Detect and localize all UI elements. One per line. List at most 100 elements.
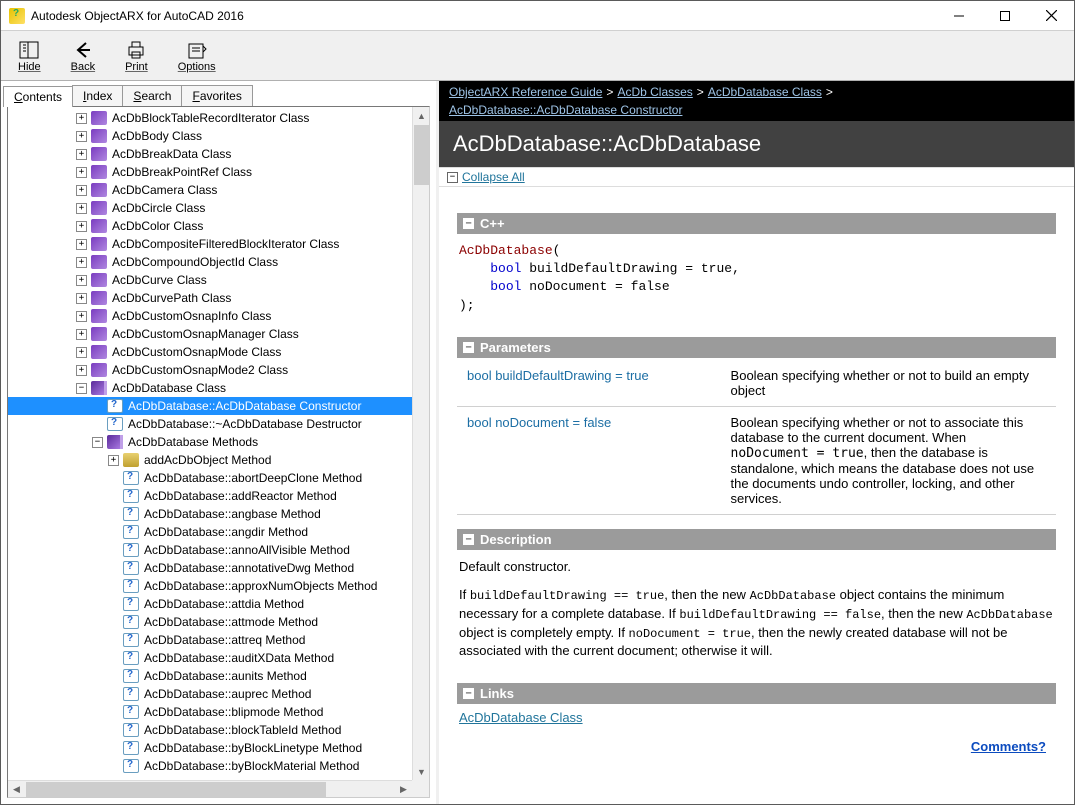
tree-item[interactable]: +AcDbCustomOsnapInfo Class bbox=[8, 307, 412, 325]
content-scroll[interactable]: − C++ AcDbDatabase( bool buildDefaultDra… bbox=[439, 187, 1074, 804]
tree-item[interactable]: AcDbDatabase::byBlockMaterial Method bbox=[8, 757, 412, 775]
expand-icon[interactable]: + bbox=[76, 185, 87, 196]
hide-button[interactable]: Hide bbox=[5, 36, 54, 76]
options-icon bbox=[186, 39, 208, 61]
scroll-left-icon[interactable]: ◀ bbox=[8, 781, 25, 798]
section-toggle-icon[interactable]: − bbox=[463, 218, 474, 229]
print-button[interactable]: Print bbox=[112, 36, 161, 76]
comments-link[interactable]: Comments? bbox=[971, 739, 1046, 754]
expand-icon[interactable]: + bbox=[76, 221, 87, 232]
tree-item[interactable]: AcDbDatabase::auditXData Method bbox=[8, 649, 412, 667]
back-button[interactable]: Back bbox=[58, 36, 108, 76]
tab-favorites[interactable]: Favorites bbox=[181, 85, 252, 106]
collapse-icon[interactable]: − bbox=[92, 437, 103, 448]
breadcrumb-link[interactable]: AcDbDatabase Class bbox=[708, 85, 822, 99]
tree-item[interactable]: AcDbDatabase::byBlockLinetype Method bbox=[8, 739, 412, 757]
expand-icon[interactable]: + bbox=[76, 203, 87, 214]
expand-icon[interactable]: + bbox=[76, 293, 87, 304]
tree-item[interactable]: +AcDbCurve Class bbox=[8, 271, 412, 289]
tree-item[interactable]: +AcDbCompositeFilteredBlockIterator Clas… bbox=[8, 235, 412, 253]
tree-item[interactable]: AcDbDatabase::attdia Method bbox=[8, 595, 412, 613]
tree-item[interactable]: AcDbDatabase::blipmode Method bbox=[8, 703, 412, 721]
collapse-icon[interactable]: − bbox=[76, 383, 87, 394]
expand-icon[interactable]: + bbox=[108, 455, 119, 466]
class-icon bbox=[91, 309, 107, 323]
question-icon bbox=[123, 471, 139, 485]
tree-label: addAcDbObject Method bbox=[142, 453, 273, 467]
app-icon bbox=[9, 8, 25, 24]
tree-item[interactable]: AcDbDatabase::approxNumObjects Method bbox=[8, 577, 412, 595]
expand-icon[interactable]: + bbox=[76, 311, 87, 322]
scroll-right-icon[interactable]: ▶ bbox=[395, 781, 412, 798]
expand-icon[interactable]: + bbox=[76, 167, 87, 178]
scroll-thumb[interactable] bbox=[414, 125, 429, 185]
tree-item[interactable]: +AcDbCustomOsnapMode2 Class bbox=[8, 361, 412, 379]
expand-icon[interactable]: + bbox=[76, 113, 87, 124]
link-item[interactable]: AcDbDatabase Class bbox=[459, 710, 583, 725]
horizontal-scrollbar[interactable]: ◀ ▶ bbox=[8, 780, 412, 797]
tab-contents[interactable]: Contents bbox=[3, 86, 73, 107]
tree-scroll[interactable]: +AcDbBlockTableRecordIterator Class+AcDb… bbox=[8, 107, 412, 780]
tree-item[interactable]: AcDbDatabase::attmode Method bbox=[8, 613, 412, 631]
close-button[interactable] bbox=[1028, 1, 1074, 30]
tree-item[interactable]: +AcDbBreakPointRef Class bbox=[8, 163, 412, 181]
tree-item[interactable]: AcDbDatabase::blockTableId Method bbox=[8, 721, 412, 739]
breadcrumb-link[interactable]: AcDb Classes bbox=[617, 85, 692, 99]
expand-icon[interactable]: + bbox=[76, 365, 87, 376]
tree-item[interactable]: +AcDbBody Class bbox=[8, 127, 412, 145]
tree-item[interactable]: AcDbDatabase::auprec Method bbox=[8, 685, 412, 703]
tree-item[interactable]: +AcDbColor Class bbox=[8, 217, 412, 235]
tree-item[interactable]: −AcDbDatabase Class bbox=[8, 379, 412, 397]
scroll-down-icon[interactable]: ▼ bbox=[413, 763, 430, 780]
vertical-scrollbar[interactable]: ▲ ▼ bbox=[412, 107, 429, 780]
section-toggle-icon[interactable]: − bbox=[463, 688, 474, 699]
expand-icon[interactable]: + bbox=[76, 347, 87, 358]
no-expand bbox=[92, 419, 103, 430]
options-button[interactable]: Options bbox=[165, 36, 229, 76]
tree-item[interactable]: AcDbDatabase::AcDbDatabase Constructor bbox=[8, 397, 412, 415]
expand-icon[interactable]: + bbox=[76, 329, 87, 340]
tree-item[interactable]: +AcDbBreakData Class bbox=[8, 145, 412, 163]
breadcrumb-link[interactable]: AcDbDatabase::AcDbDatabase Constructor bbox=[449, 103, 682, 117]
tab-search[interactable]: Search bbox=[122, 85, 182, 106]
collapse-toggle-icon[interactable]: − bbox=[447, 172, 458, 183]
no-expand bbox=[108, 527, 119, 538]
tree-item[interactable]: +AcDbCircle Class bbox=[8, 199, 412, 217]
tree-item[interactable]: +AcDbCompoundObjectId Class bbox=[8, 253, 412, 271]
tree-item[interactable]: + addAcDbObject Method bbox=[8, 451, 412, 469]
tree-item[interactable]: AcDbDatabase::abortDeepClone Method bbox=[8, 469, 412, 487]
expand-icon[interactable]: + bbox=[76, 149, 87, 160]
tree-item[interactable]: AcDbDatabase::attreq Method bbox=[8, 631, 412, 649]
maximize-button[interactable] bbox=[982, 1, 1028, 30]
tree-item[interactable]: +AcDbCamera Class bbox=[8, 181, 412, 199]
tree-item[interactable]: AcDbDatabase::aunits Method bbox=[8, 667, 412, 685]
expand-icon[interactable]: + bbox=[76, 131, 87, 142]
tree-label: AcDbDatabase::blipmode Method bbox=[142, 705, 325, 719]
collapse-all-link[interactable]: Collapse All bbox=[462, 170, 525, 184]
tree-item[interactable]: +AcDbBlockTableRecordIterator Class bbox=[8, 109, 412, 127]
tree-item[interactable]: +AcDbCurvePath Class bbox=[8, 289, 412, 307]
section-toggle-icon[interactable]: − bbox=[463, 534, 474, 545]
window-title: Autodesk ObjectARX for AutoCAD 2016 bbox=[31, 9, 936, 23]
param-description: Boolean specifying whether or not to ass… bbox=[721, 406, 1056, 514]
tree-item[interactable]: AcDbDatabase::addReactor Method bbox=[8, 487, 412, 505]
section-toggle-icon[interactable]: − bbox=[463, 342, 474, 353]
tree-item[interactable]: +AcDbCustomOsnapManager Class bbox=[8, 325, 412, 343]
tree-item[interactable]: AcDbDatabase::angdir Method bbox=[8, 523, 412, 541]
minimize-button[interactable] bbox=[936, 1, 982, 30]
expand-icon[interactable]: + bbox=[76, 239, 87, 250]
tree-item[interactable]: +AcDbCustomOsnapMode Class bbox=[8, 343, 412, 361]
scroll-thumb-h[interactable] bbox=[26, 782, 326, 797]
tab-index[interactable]: Index bbox=[72, 85, 123, 106]
question-icon bbox=[107, 417, 123, 431]
question-icon bbox=[123, 687, 139, 701]
tree-item[interactable]: AcDbDatabase::angbase Method bbox=[8, 505, 412, 523]
tree-item[interactable]: AcDbDatabase::annotativeDwg Method bbox=[8, 559, 412, 577]
tree-item[interactable]: −AcDbDatabase Methods bbox=[8, 433, 412, 451]
breadcrumb-link[interactable]: ObjectARX Reference Guide bbox=[449, 85, 602, 99]
tree-item[interactable]: AcDbDatabase::~AcDbDatabase Destructor bbox=[8, 415, 412, 433]
tree-item[interactable]: AcDbDatabase::annoAllVisible Method bbox=[8, 541, 412, 559]
scroll-up-icon[interactable]: ▲ bbox=[413, 107, 430, 124]
expand-icon[interactable]: + bbox=[76, 275, 87, 286]
expand-icon[interactable]: + bbox=[76, 257, 87, 268]
